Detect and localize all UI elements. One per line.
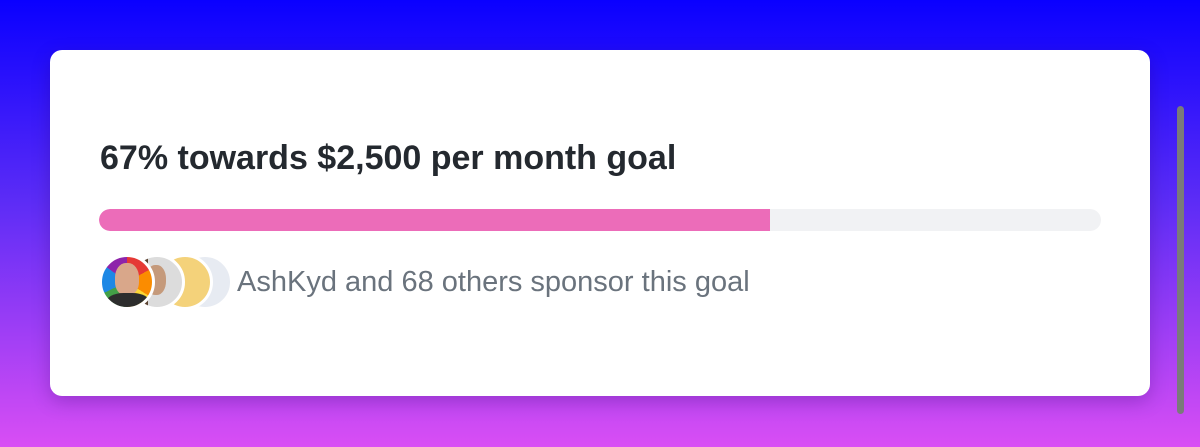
goal-title: 67% towards $2,500 per month goal [100,139,677,177]
goal-progress-bar [99,209,1101,231]
avatar-body [106,293,150,307]
sponsor-count-text: AshKyd and 68 others sponsor this goal [237,265,750,298]
avatar-face [115,263,139,295]
sponsor-goal-card: 67% towards $2,500 per month goal AshKyd… [50,50,1184,414]
sponsor-avatar-stack[interactable] [99,254,233,310]
sponsors-summary: AshKyd and 68 others sponsor this goal [99,254,750,310]
goal-progress-fill [99,209,771,231]
avatar-ashkyd[interactable] [99,254,155,310]
vertical-scrollbar[interactable] [1177,106,1184,414]
